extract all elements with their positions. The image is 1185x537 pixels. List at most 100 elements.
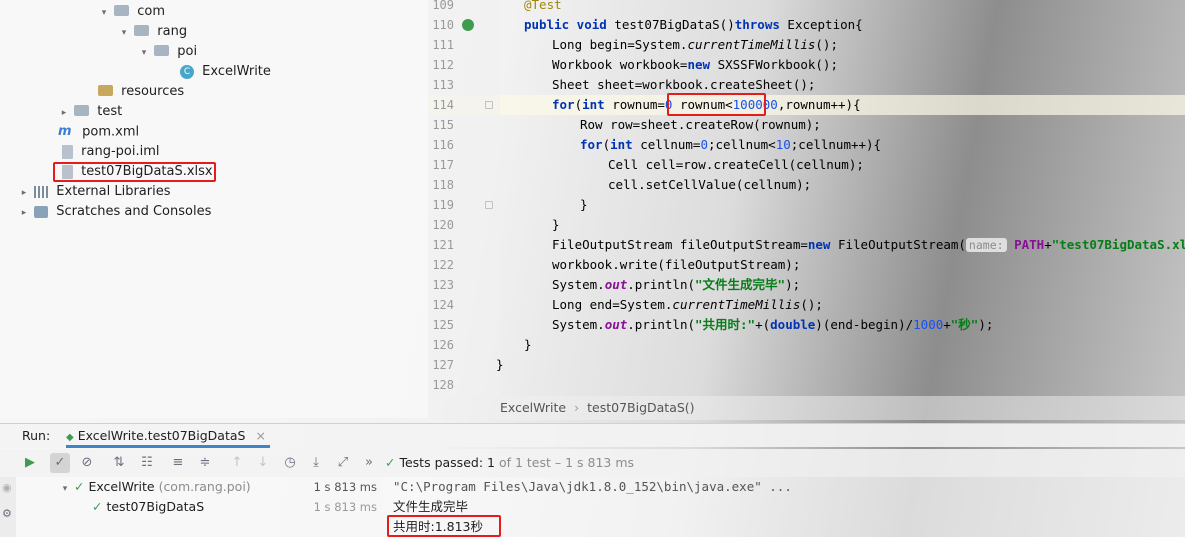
module-file-icon: [62, 144, 73, 159]
settings-icon[interactable]: ⚙: [2, 507, 12, 520]
tree-item-poi[interactable]: ▾ poi: [138, 42, 197, 62]
console-line: 共用时:1.813秒: [393, 519, 483, 534]
chevron-down-icon[interactable]: ▾: [98, 3, 110, 23]
scratch-icon: [34, 205, 49, 218]
tree-item-com[interactable]: ▾ com: [98, 2, 165, 22]
expand-all-icon[interactable]: ≡: [168, 453, 188, 473]
line-number: 112: [432, 58, 454, 72]
run-config-icon: ◆: [66, 432, 74, 443]
sort-duration-icon[interactable]: ☷: [137, 453, 157, 473]
code-line-124: Long end=System.currentTimeMillis();: [552, 297, 823, 312]
fold-icon[interactable]: [485, 201, 493, 209]
tree-item-rang[interactable]: ▾ rang: [118, 22, 187, 42]
code-line-119: }: [580, 197, 588, 212]
breadcrumb-separator: ›: [574, 400, 580, 415]
previous-failed-icon[interactable]: ↑: [227, 453, 247, 473]
tree-item-iml[interactable]: rang-poi.iml: [62, 142, 159, 162]
library-icon: [34, 185, 49, 198]
line-number: 125: [432, 318, 454, 332]
chevron-right-icon[interactable]: ▸: [58, 103, 70, 123]
line-number: 123: [432, 278, 454, 292]
more-options-icon[interactable]: »: [362, 453, 376, 473]
tree-item-external-libraries[interactable]: ▸ External Libraries: [18, 182, 171, 202]
line-number: 114: [432, 98, 454, 112]
line-number: 118: [432, 178, 454, 192]
tree-item-excelwrite[interactable]: C ExcelWrite: [180, 62, 271, 82]
line-number: 116: [432, 138, 454, 152]
breadcrumb-method[interactable]: test07BigDataS(): [587, 400, 694, 415]
tree-item-test[interactable]: ▸ test: [58, 102, 123, 123]
run-panel-header: Run: ◆ ExcelWrite.test07BigDataS ×: [0, 423, 1185, 448]
param-hint: name:: [965, 238, 1007, 252]
line-number: 122: [432, 258, 454, 272]
code-line-109: @Test: [524, 0, 562, 12]
tree-item-scratches[interactable]: ▸ Scratches and Consoles: [18, 202, 212, 223]
chevron-right-icon[interactable]: ▸: [18, 183, 30, 203]
line-number: 120: [432, 218, 454, 232]
breadcrumb-class[interactable]: ExcelWrite: [500, 400, 566, 415]
check-icon: ✓: [385, 455, 396, 470]
folder-icon: [154, 45, 170, 56]
folder-icon: [74, 105, 90, 116]
chevron-down-icon[interactable]: ▾: [138, 43, 150, 63]
test-duration: 1 s 813 ms: [313, 500, 377, 514]
code-line-121: FileOutputStream fileOutputStream=new Fi…: [552, 237, 1185, 252]
tests-status: ✓ Tests passed: 1 of 1 test – 1 s 813 ms: [385, 455, 635, 470]
tree-item-resources[interactable]: resources: [98, 82, 184, 102]
code-line-123: System.out.println("文件生成完毕");: [552, 277, 801, 292]
project-tree: ▾ com ▾ rang ▾ poi C ExcelWrite resource…: [0, 0, 428, 418]
fold-icon[interactable]: [485, 101, 493, 109]
code-line-111: Long begin=System.currentTimeMillis();: [552, 37, 838, 52]
line-number: 110: [432, 18, 454, 32]
line-number: 126: [432, 338, 454, 352]
folder-icon: [134, 25, 150, 36]
passed-icon: ✓: [92, 499, 103, 514]
sort-alpha-icon[interactable]: ⇅: [109, 453, 129, 473]
breadcrumb: ExcelWrite › test07BigDataS(): [428, 396, 1185, 420]
import-tests-icon[interactable]: ⤓: [306, 453, 326, 473]
line-number: 127: [432, 358, 454, 372]
code-line-115: Row row=sheet.createRow(rownum);: [580, 117, 821, 132]
console-output[interactable]: "C:\Program Files\Java\jdk1.8.0_152\bin\…: [383, 477, 1185, 537]
code-line-117: Cell cell=row.createCell(cellnum);: [608, 157, 864, 172]
code-line-116: for(int cellnum=0;cellnum<10;cellnum++){: [580, 137, 882, 152]
chevron-down-icon[interactable]: ▾: [118, 23, 130, 43]
run-title: Run:: [22, 428, 51, 443]
passed-icon: ✓: [73, 479, 85, 494]
code-line-125: System.out.println("共用时:"+(double)(end-b…: [552, 317, 994, 332]
line-number: 115: [432, 118, 454, 132]
console-command: "C:\Program Files\Java\jdk1.8.0_152\bin\…: [393, 479, 792, 494]
java-class-icon: C: [180, 64, 194, 79]
run-side-toolbar: ◉ ⚙: [0, 477, 16, 537]
line-number: 117: [432, 158, 454, 172]
test-case-row[interactable]: ✓ test07BigDataS 1 s 813 ms: [92, 497, 383, 517]
console-line: 文件生成完毕: [393, 499, 469, 514]
pin-icon[interactable]: ◉: [2, 481, 12, 494]
rerun-icon[interactable]: ▶: [20, 453, 40, 473]
code-line-110: public void test07BigDataS()throws Excep…: [524, 17, 863, 32]
run-tab[interactable]: ◆ ExcelWrite.test07BigDataS ×: [66, 424, 270, 448]
export-tests-icon[interactable]: ⤢: [333, 453, 353, 473]
chevron-right-icon[interactable]: ▸: [18, 203, 30, 223]
code-editor[interactable]: 109 110 111 112 113 114 115 116 117 118 …: [428, 0, 1185, 396]
collapse-all-icon[interactable]: ≑: [195, 453, 215, 473]
line-number: 119: [432, 198, 454, 212]
tree-item-xlsx[interactable]: test07BigDataS.xlsx: [62, 162, 213, 182]
maven-icon: m: [58, 124, 72, 139]
line-number: 128: [432, 378, 454, 392]
line-number: 111: [432, 38, 454, 52]
chevron-down-icon[interactable]: ▾: [60, 479, 70, 499]
test-suite-row[interactable]: ▾ ✓ ExcelWrite (com.rang.poi) 1 s 813 ms: [60, 477, 383, 497]
close-tab-icon[interactable]: ×: [255, 428, 265, 443]
code-line-114: for(int rownum=0 rownum<100000,rownum++)…: [552, 97, 861, 112]
run-test-icon[interactable]: [462, 19, 474, 31]
code-line-112: Workbook workbook=new SXSSFWorkbook();: [552, 57, 838, 72]
code-line-127: }: [496, 357, 504, 372]
code-line-118: cell.setCellValue(cellnum);: [608, 177, 812, 192]
test-history-icon[interactable]: ◷: [280, 453, 300, 473]
show-passed-icon[interactable]: ✓: [50, 453, 70, 473]
tree-item-pom[interactable]: m pom.xml: [58, 122, 139, 142]
next-failed-icon[interactable]: ↓: [253, 453, 273, 473]
excel-file-icon: [62, 164, 73, 179]
show-ignored-icon[interactable]: ⊘: [77, 453, 97, 473]
